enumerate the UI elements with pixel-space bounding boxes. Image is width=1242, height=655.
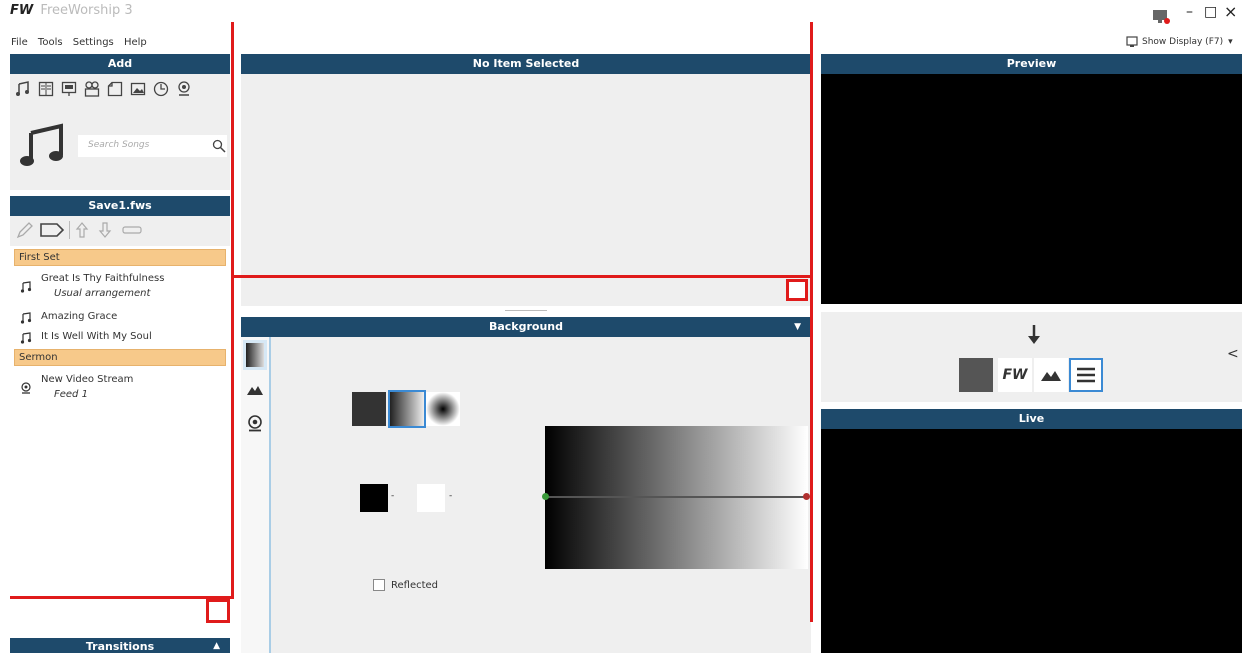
show-display-button[interactable]: Show Display (F7) ▾ [1126,36,1233,48]
show-display-dropdown-icon[interactable]: ▾ [1228,37,1233,47]
large-music-note-icon [18,122,66,168]
resize-handle[interactable] [206,599,230,623]
search-songs-input[interactable]: Search Songs [78,135,227,157]
splitter-editor-bottom[interactable] [234,275,813,278]
service-item-title[interactable]: Great Is Thy Faithfulness [41,273,164,284]
clock-icon[interactable] [152,80,170,98]
editor-header: No Item Selected [241,54,811,74]
section-first-set[interactable]: First Set [14,249,226,266]
search-icon[interactable] [211,138,227,154]
pencil-icon[interactable] [14,219,36,241]
presentation-icon[interactable] [60,80,78,98]
service-item-title[interactable]: Amazing Grace [41,311,117,322]
preview-screen [821,74,1242,304]
start-color-swatch[interactable] [360,484,388,512]
webcam-icon [19,381,33,395]
menu-file[interactable]: File [11,37,28,48]
start-color-dash: - [391,491,395,501]
menu-help[interactable]: Help [124,37,147,48]
song-icon [19,280,33,294]
service-item-sub: Feed 1 [54,389,88,400]
background-title: Background [488,320,564,333]
reflected-checkbox[interactable] [373,579,385,591]
gradient-preview[interactable] [542,426,810,569]
music-note-icon[interactable] [14,80,32,98]
transitions-title: Transitions [85,640,155,653]
splitter-right[interactable] [810,22,813,622]
webcam-icon[interactable] [175,80,193,98]
toolbar-divider [69,221,70,239]
end-color-swatch[interactable] [417,484,445,512]
end-color-dash: - [449,491,453,501]
background-header[interactable]: Background ▼ [241,317,811,337]
gradient-icon [246,343,264,367]
show-display-label: Show Display (F7) [1142,37,1224,47]
menu-settings[interactable]: Settings [73,37,114,48]
live-screen [821,429,1242,653]
remove-icon[interactable] [120,219,144,241]
gradient-stop-end[interactable] [803,493,810,500]
blank-output-button[interactable] [959,358,993,392]
display-status-icon[interactable] [1150,8,1172,26]
close-button[interactable]: × [1224,2,1237,21]
webcam-tab-icon[interactable] [244,412,266,434]
title-bar: FW FreeWorship 3 [10,3,133,19]
logo-output-button[interactable]: FW [998,358,1032,392]
editor-area [241,74,811,306]
tab-gradient[interactable] [243,340,267,370]
song-icon [19,331,33,345]
maximize-button[interactable]: □ [1204,4,1217,20]
image-icon[interactable] [129,80,147,98]
menu-bar: File Tools Settings Help [11,37,154,48]
move-up-icon[interactable] [73,219,91,241]
label-icon[interactable] [38,219,66,241]
gradient-stop-start[interactable] [542,493,549,500]
app-logo: FW [10,3,34,18]
text-output-button[interactable] [1069,358,1103,392]
move-down-icon[interactable] [96,219,114,241]
image-tab-icon[interactable] [244,378,266,400]
transitions-toggle-icon[interactable]: ▲ [213,638,220,655]
splitter-left-bottom[interactable] [10,596,234,599]
song-icon [19,311,33,325]
app-title: FreeWorship 3 [40,3,133,18]
service-item-title[interactable]: New Video Stream [41,374,133,385]
menu-tools[interactable]: Tools [38,37,63,48]
splitter-left[interactable] [231,22,234,599]
collapse-panel-button[interactable]: < [1227,346,1239,362]
background-output-button[interactable] [1034,358,1068,392]
service-header: Save1.fws [10,196,230,216]
linear-gradient-swatch[interactable] [388,390,426,428]
add-header: Add [10,54,230,74]
arrow-down-icon[interactable] [1024,322,1044,348]
transitions-header[interactable]: Transitions ▲ [10,638,230,653]
background-toggle-icon[interactable]: ▼ [794,317,801,337]
grip-handle[interactable] [505,310,547,311]
live-header: Live [821,409,1242,429]
service-item-sub: Usual arrangement [54,288,151,299]
minimize-button[interactable]: – [1186,4,1193,20]
editor-resize-handle[interactable] [786,279,808,301]
radial-gradient-swatch[interactable] [426,392,460,426]
preview-header: Preview [821,54,1242,74]
gradient-slider-track [545,496,807,498]
reflected-label: Reflected [391,580,439,591]
section-sermon[interactable]: Sermon [14,349,226,366]
document-icon[interactable] [106,80,124,98]
solid-fill-swatch[interactable] [352,392,386,426]
search-placeholder: Search Songs [88,140,150,150]
bible-icon[interactable] [37,80,55,98]
service-item-title[interactable]: It Is Well With My Soul [41,331,152,342]
display-icon [1126,36,1138,48]
video-icon[interactable] [83,80,101,98]
